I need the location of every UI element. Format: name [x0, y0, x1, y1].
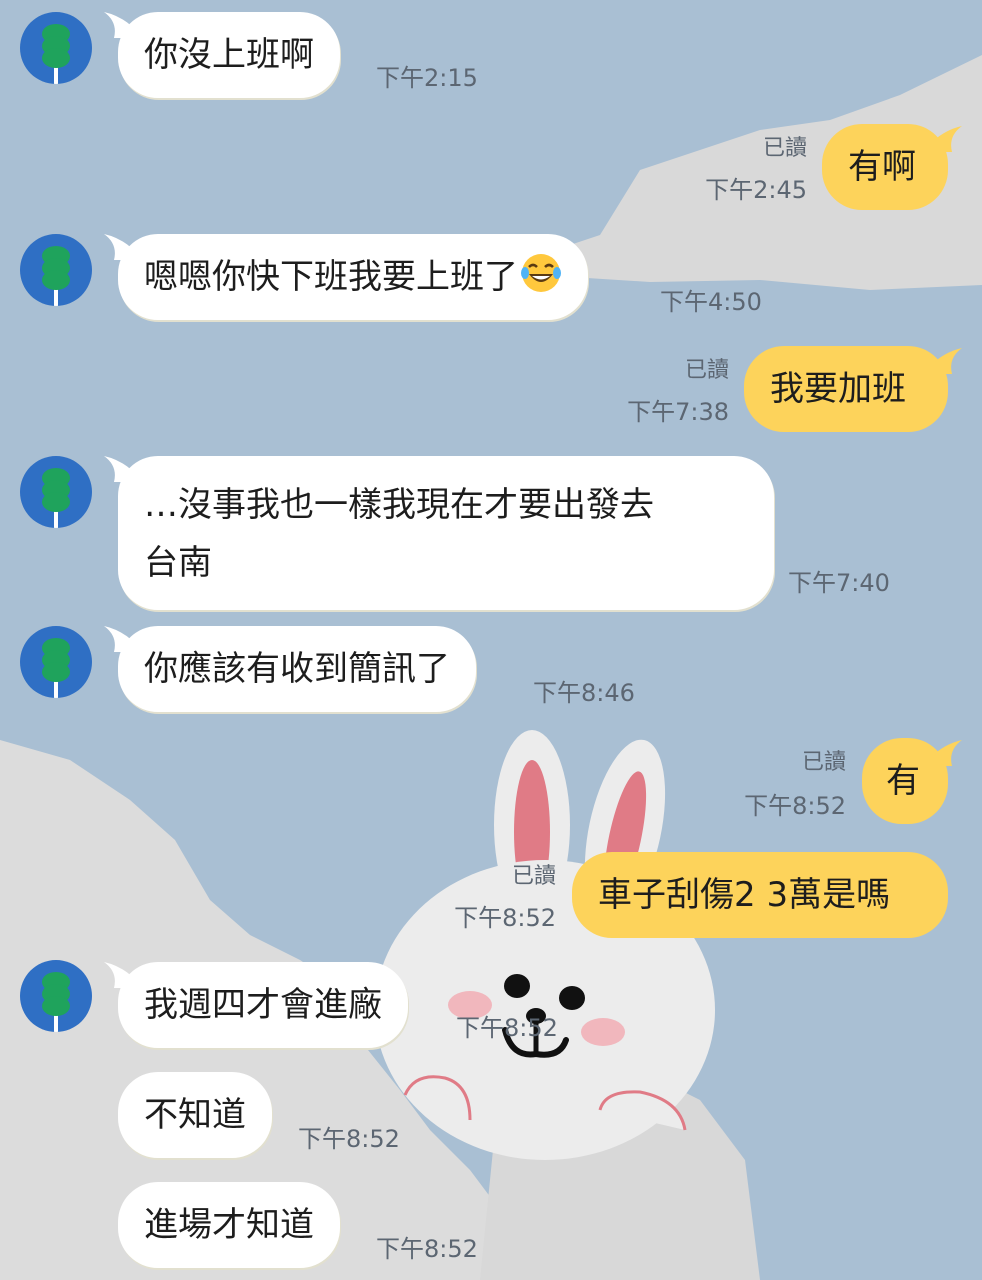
- contact-avatar[interactable]: [20, 960, 92, 1032]
- tree-icon: [42, 24, 70, 84]
- message-timestamp: 下午4:50: [660, 288, 762, 316]
- message-bubble-incoming[interactable]: 嗯嗯你快下班我要上班了: [118, 234, 588, 320]
- contact-avatar[interactable]: [20, 234, 92, 306]
- read-receipt: 已讀: [684, 358, 729, 383]
- bubble-tail: [930, 348, 962, 374]
- laughing-tears-emoji: [520, 252, 562, 294]
- message-text-line: …沒事我也一樣我現在才要出發去: [144, 485, 654, 525]
- message-bubble-incoming[interactable]: 我週四才會進廠: [118, 962, 408, 1048]
- message-text: 有啊: [848, 147, 916, 187]
- message-bubble-incoming[interactable]: 你應該有收到簡訊了: [118, 626, 476, 712]
- message-text: 有: [886, 761, 920, 801]
- message-bubble-incoming[interactable]: 進場才知道: [118, 1182, 340, 1268]
- tree-icon: [42, 246, 70, 306]
- message-text: 車子刮傷2 3萬是嗎: [598, 875, 891, 915]
- message-bubble-incoming[interactable]: 你沒上班啊: [118, 12, 340, 98]
- message-timestamp: 下午8:52: [454, 904, 556, 932]
- message-bubble-outgoing[interactable]: 我要加班: [744, 346, 948, 432]
- message-text-line: 台南: [144, 543, 212, 583]
- contact-avatar[interactable]: [20, 626, 92, 698]
- message-text: 你應該有收到簡訊了: [144, 649, 450, 689]
- message-text: 進場才知道: [144, 1205, 314, 1245]
- tree-icon: [42, 468, 70, 528]
- message-text: 你沒上班啊: [144, 35, 314, 75]
- message-timestamp: 下午8:52: [744, 792, 846, 820]
- read-receipt: 已讀: [511, 864, 556, 889]
- read-receipt: 已讀: [801, 750, 846, 775]
- message-timestamp: 下午2:45: [705, 176, 807, 204]
- message-text: 我要加班: [770, 369, 906, 409]
- bubble-tail: [930, 126, 962, 152]
- bubble-tail: [930, 740, 962, 766]
- message-timestamp: 下午8:46: [533, 679, 635, 707]
- contact-avatar[interactable]: [20, 12, 92, 84]
- message-bubble-incoming[interactable]: 不知道: [118, 1072, 272, 1158]
- cony-rabbit-illustration: [375, 730, 715, 1160]
- message-timestamp: 下午8:52: [298, 1125, 400, 1153]
- message-text: 不知道: [144, 1095, 246, 1135]
- message-timestamp: 下午8:52: [456, 1014, 558, 1042]
- message-timestamp: 下午8:52: [376, 1235, 478, 1263]
- message-text: 我週四才會進廠: [144, 985, 382, 1025]
- message-timestamp: 下午7:38: [627, 398, 729, 426]
- contact-avatar[interactable]: [20, 456, 92, 528]
- tree-icon: [42, 972, 70, 1032]
- message-text: 嗯嗯你快下班我要上班了: [144, 257, 518, 297]
- read-receipt: 已讀: [762, 136, 807, 161]
- message-bubble-incoming[interactable]: …沒事我也一樣我現在才要出發去 台南: [118, 456, 774, 610]
- message-timestamp: 下午7:40: [788, 569, 890, 597]
- message-timestamp: 下午2:15: [376, 64, 478, 92]
- message-bubble-outgoing[interactable]: 車子刮傷2 3萬是嗎: [572, 852, 948, 938]
- tree-icon: [42, 638, 70, 698]
